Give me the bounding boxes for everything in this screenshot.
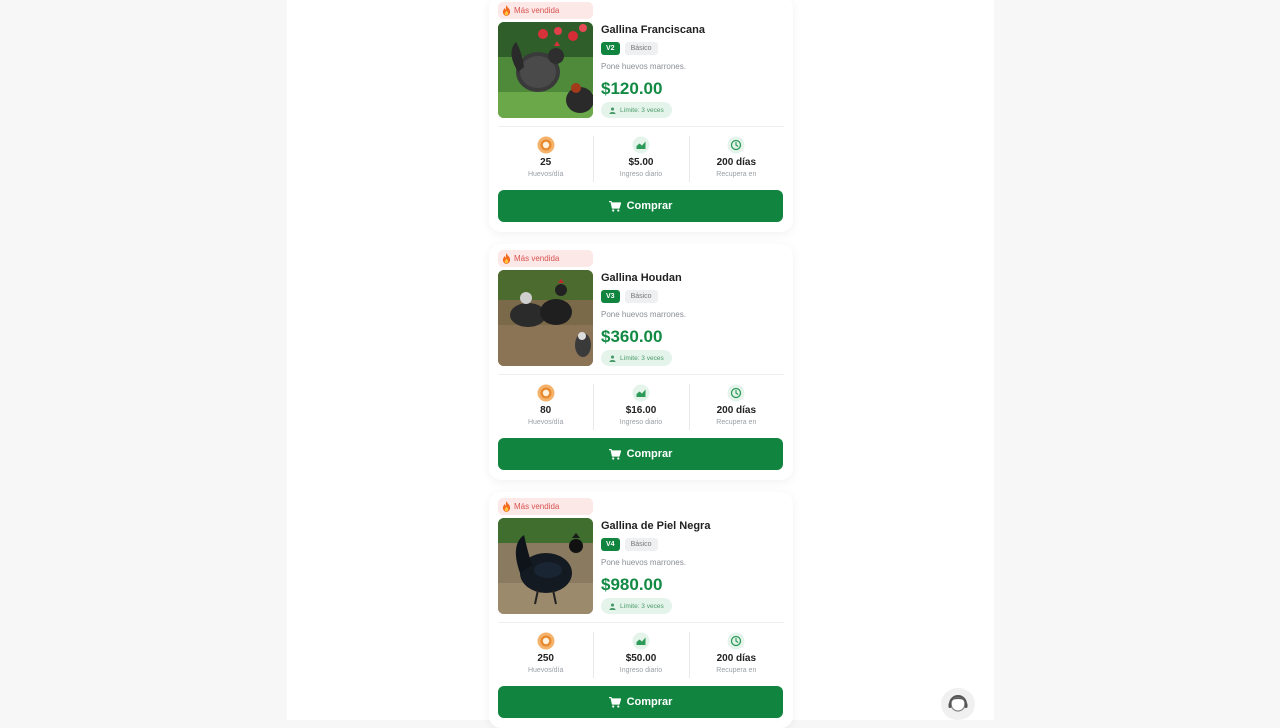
- stat-eggs: 25 Huevos/día: [498, 134, 593, 184]
- badge-label: Más vendida: [514, 254, 560, 263]
- product-description: Pone huevos marrones.: [601, 558, 686, 567]
- stat-eggs-label: Huevos/día: [527, 667, 564, 674]
- stat-recover-label: Recupera en: [716, 419, 757, 426]
- stat-income-value: $16.00: [625, 405, 657, 416]
- stat-recover-label: Recupera en: [716, 171, 757, 178]
- purchase-limit-label: Límite: 3 veces: [620, 106, 664, 114]
- chart-icon: [632, 136, 650, 154]
- stat-recover-value: 200 días: [716, 157, 757, 168]
- product-photo: [498, 518, 593, 614]
- product-name: Gallina Franciscana: [601, 24, 705, 36]
- support-button[interactable]: [941, 688, 975, 720]
- buy-button[interactable]: Comprar: [498, 190, 783, 222]
- stat-recover: 200 días Recupera en: [688, 630, 784, 680]
- version-tag: V2: [601, 42, 620, 55]
- egg-icon: [537, 384, 555, 402]
- cart-icon: [608, 200, 621, 212]
- stat-income: $50.00 Ingreso diario: [593, 630, 688, 680]
- clock-icon: [727, 136, 745, 154]
- stat-eggs-value: 250: [537, 653, 554, 664]
- stat-eggs-label: Huevos/día: [527, 419, 564, 426]
- tier-tag: Básico: [624, 42, 658, 55]
- product-description: Pone huevos marrones.: [601, 62, 686, 71]
- badge-label: Más vendida: [514, 6, 560, 15]
- product-price: $120.00: [601, 79, 663, 98]
- fire-icon: [502, 5, 511, 16]
- buy-button-label: Comprar: [626, 696, 673, 708]
- divider: [498, 126, 784, 127]
- egg-icon: [537, 136, 555, 154]
- person-icon: [609, 602, 616, 610]
- product-name: Gallina Houdan: [601, 272, 682, 284]
- stat-income-value: $5.00: [628, 157, 654, 168]
- product-description: Pone huevos marrones.: [601, 310, 686, 319]
- person-icon: [609, 354, 616, 362]
- stat-recover-value: 200 días: [716, 653, 757, 664]
- stat-eggs-label: Huevos/día: [527, 171, 564, 178]
- product-card: Más vendida Gallina Houdan V3 Básico Pon…: [489, 244, 793, 480]
- purchase-limit: Límite: 3 veces: [601, 102, 672, 118]
- buy-button[interactable]: Comprar: [498, 438, 783, 470]
- version-tag: V3: [601, 290, 620, 303]
- best-seller-badge: Más vendida: [498, 2, 593, 19]
- stat-income-label: Ingreso diario: [619, 171, 663, 178]
- chart-icon: [632, 384, 650, 402]
- fire-icon: [502, 253, 511, 264]
- stat-recover-value: 200 días: [716, 405, 757, 416]
- clock-icon: [727, 384, 745, 402]
- badge-label: Más vendida: [514, 502, 560, 511]
- product-name: Gallina de Piel Negra: [601, 520, 711, 532]
- best-seller-badge: Más vendida: [498, 498, 593, 515]
- chart-icon: [632, 632, 650, 650]
- product-stats: 25 Huevos/día $5.00 Ingreso diario 200 d…: [498, 134, 784, 184]
- divider: [498, 622, 784, 623]
- stat-eggs-value: 25: [540, 157, 552, 168]
- product-photo: [498, 270, 593, 366]
- clock-icon: [727, 632, 745, 650]
- stat-eggs: 250 Huevos/día: [498, 630, 593, 680]
- buy-button[interactable]: Comprar: [498, 686, 783, 718]
- purchase-limit: Límite: 3 veces: [601, 598, 672, 614]
- product-price: $360.00: [601, 327, 663, 346]
- purchase-limit-label: Límite: 3 veces: [620, 602, 664, 610]
- cart-icon: [608, 696, 621, 708]
- stat-eggs: 80 Huevos/día: [498, 382, 593, 432]
- person-icon: [609, 106, 616, 114]
- product-card: Más vendida Gallina de Piel Negra V4 Bás…: [489, 492, 793, 728]
- buy-button-label: Comprar: [626, 200, 673, 212]
- stat-income: $16.00 Ingreso diario: [593, 382, 688, 432]
- stat-income-label: Ingreso diario: [619, 419, 663, 426]
- stat-recover: 200 días Recupera en: [688, 134, 784, 184]
- support-agent-icon: [948, 695, 968, 712]
- product-stats: 80 Huevos/día $16.00 Ingreso diario 200 …: [498, 382, 784, 432]
- tier-tag: Básico: [624, 290, 658, 303]
- divider: [498, 374, 784, 375]
- purchase-limit-label: Límite: 3 veces: [620, 354, 664, 362]
- buy-button-label: Comprar: [626, 448, 673, 460]
- product-card: Más vendida Gallina Franciscana V2 Básic…: [489, 0, 793, 232]
- product-price: $980.00: [601, 575, 663, 594]
- cart-icon: [608, 448, 621, 460]
- stat-income-label: Ingreso diario: [619, 667, 663, 674]
- fire-icon: [502, 501, 511, 512]
- product-photo: [498, 22, 593, 118]
- product-stats: 250 Huevos/día $50.00 Ingreso diario 200…: [498, 630, 784, 680]
- stat-recover-label: Recupera en: [716, 667, 757, 674]
- stat-recover: 200 días Recupera en: [688, 382, 784, 432]
- best-seller-badge: Más vendida: [498, 250, 593, 267]
- stat-income-value: $50.00: [625, 653, 657, 664]
- stat-income: $5.00 Ingreso diario: [593, 134, 688, 184]
- tier-tag: Básico: [624, 538, 658, 551]
- purchase-limit: Límite: 3 veces: [601, 350, 672, 366]
- version-tag: V4: [601, 538, 620, 551]
- egg-icon: [537, 632, 555, 650]
- stat-eggs-value: 80: [540, 405, 552, 416]
